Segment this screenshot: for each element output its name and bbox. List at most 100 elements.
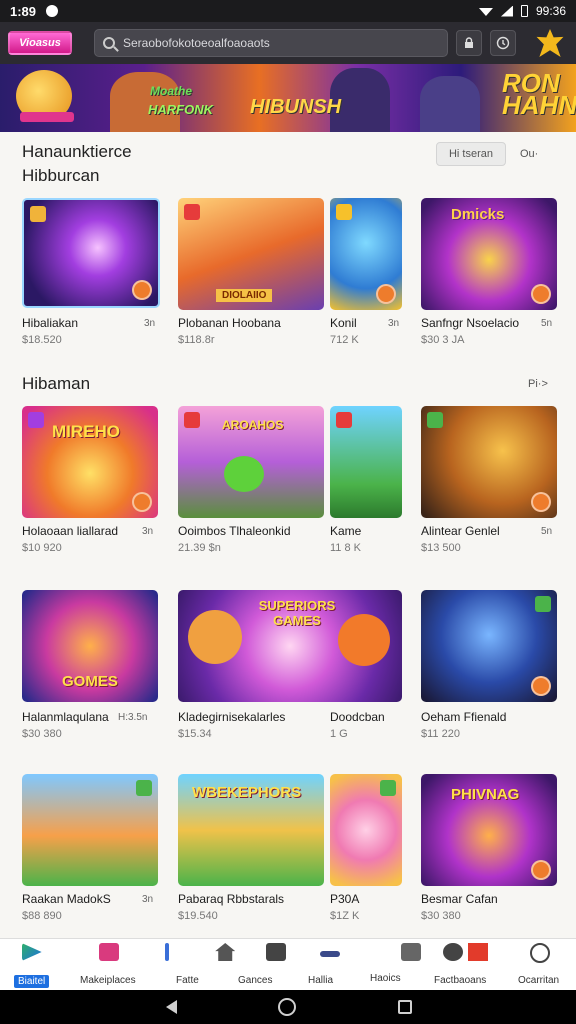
main-content: Hanaunktierce Hibburcan Hi tseran Ou· Hi…	[0, 132, 576, 938]
game-title: Alintear Genlel	[421, 524, 500, 538]
game-title: Raakan MadokS	[22, 892, 111, 906]
search-input[interactable]: Seraobofokotoeoalfoaoaots	[94, 29, 448, 57]
game-thumbnail	[330, 198, 402, 310]
game-price: $30 380	[22, 728, 62, 740]
game-meta: 3n	[144, 318, 156, 329]
nav-item-biaitel[interactable]: Biaitel	[14, 939, 50, 991]
thumb-label: PHIVNAG	[451, 786, 520, 803]
game-meta: 3n	[388, 318, 400, 329]
thumb-label: DIOLAIIO	[216, 289, 273, 302]
banner-character	[420, 76, 480, 132]
bottom-nav: Biaitel Makeiplaces Fatte Gances Hallia …	[0, 938, 576, 990]
home-button-icon[interactable]	[278, 998, 296, 1016]
lock-button[interactable]	[456, 30, 482, 56]
flag-icon[interactable]	[468, 943, 488, 961]
game-price: $10 920	[22, 542, 62, 554]
character-art	[188, 610, 242, 664]
game-title: Kame	[330, 524, 362, 538]
game-thumbnail	[330, 774, 402, 886]
character-art	[338, 614, 390, 666]
nav-label: Biaitel	[14, 975, 50, 988]
game-thumbnail: DIOLAIIO	[178, 198, 324, 310]
game-price: $118.8r	[178, 334, 215, 346]
globe-icon	[442, 943, 463, 961]
banner-center-text: HIBUNSH	[250, 96, 342, 118]
game-price: $30 380	[421, 910, 461, 922]
game-price: $19.540	[178, 910, 218, 922]
game-price: $18.520	[22, 334, 62, 346]
app-header: Vioasus Seraobofokotoeoalfoaoaots	[0, 22, 576, 64]
nav-label: Gances	[238, 975, 273, 986]
game-icon	[427, 412, 443, 428]
clock-icon	[496, 36, 510, 50]
calendar-icon	[401, 943, 422, 961]
banner-left-text: HARFONK	[148, 102, 213, 117]
device-icon	[265, 943, 286, 961]
game-icon	[535, 596, 551, 612]
game-thumbnail: Dmicks	[421, 198, 557, 310]
status-right-text: 99:36	[535, 4, 566, 18]
section-title: Hanaunktierce	[22, 142, 132, 161]
nav-label: Makeiplaces	[80, 975, 136, 986]
badge-icon	[531, 676, 551, 696]
game-title: Plobanan Hoobana	[178, 316, 281, 330]
notification-icon	[46, 5, 59, 17]
game-title: Doodcban	[330, 710, 385, 724]
game-price: $1Z K	[330, 910, 360, 922]
badge-icon	[531, 860, 551, 880]
timer-icon[interactable]	[530, 943, 550, 963]
hero-banner[interactable]: HARFONK Moathe HIBUNSH RON HAHNES	[0, 64, 576, 132]
recents-icon[interactable]	[398, 1000, 412, 1014]
game-icon	[380, 780, 396, 796]
game-icon	[30, 206, 46, 222]
thumb-label: WBEKEPHORS	[192, 784, 302, 801]
thumb-label: GOMES	[62, 673, 118, 690]
lock-icon	[465, 37, 473, 48]
game-price: 712 K	[330, 334, 359, 346]
game-meta: 3n	[142, 894, 154, 905]
status-time: 1:89	[10, 3, 37, 19]
game-thumbnail	[421, 406, 557, 518]
game-meta: 5n	[541, 526, 553, 537]
game-title: Kladegirnisekalarles	[178, 710, 286, 724]
badge-icon	[132, 280, 152, 300]
game-title: P30A	[330, 892, 360, 906]
thumb-label: MIREHO	[52, 422, 120, 441]
game-price: $11 220	[421, 728, 460, 740]
section-title: Hibaman	[22, 374, 91, 393]
nav-label: Hallia	[308, 975, 334, 986]
back-icon[interactable]	[166, 1000, 177, 1014]
game-thumbnail	[330, 406, 402, 518]
game-thumbnail: MIREHO	[22, 406, 158, 518]
history-button[interactable]	[490, 30, 516, 56]
nav-item-hallia[interactable]: Hallia	[265, 939, 334, 991]
nav-item-haoics[interactable]: Haoics	[320, 939, 401, 991]
game-price: 21.39 $n	[178, 542, 221, 554]
dots-icon	[165, 943, 170, 961]
game-title: Pabaraq Rbbstarals	[178, 892, 285, 906]
home-icon	[215, 943, 236, 961]
game-title: Ooimbos Tlhaleonkid	[178, 524, 291, 538]
game-icon	[184, 204, 200, 220]
filter-button[interactable]: Hi tseran	[436, 142, 506, 166]
search-icon	[103, 37, 115, 49]
game-icon	[336, 412, 352, 428]
game-title: Halanmlaqulana	[22, 710, 109, 724]
see-more-link[interactable]: Pi·>	[528, 378, 548, 390]
thumb-label: AROAHOS	[222, 418, 284, 432]
game-thumbnail: AROAHOS	[178, 406, 324, 518]
game-thumbnail	[22, 774, 158, 886]
see-more-link[interactable]: Ou·	[520, 148, 538, 160]
mascot-icon[interactable]	[536, 29, 564, 57]
wifi-icon	[478, 8, 493, 16]
game-thumbnail: PHIVNAG	[421, 774, 557, 886]
app-logo[interactable]: Vioasus	[8, 31, 72, 55]
game-thumbnail: GOMES	[22, 590, 158, 702]
battery-icon	[520, 5, 528, 17]
nav-item-fatte[interactable]: Fatte	[165, 939, 199, 991]
status-bar: 1:89 99:36	[0, 0, 576, 22]
store-icon	[98, 943, 119, 961]
nav-label: Haoics	[370, 973, 401, 984]
game-icon	[336, 204, 352, 220]
nav-item-marketplaces[interactable]: Makeiplaces	[80, 939, 136, 991]
